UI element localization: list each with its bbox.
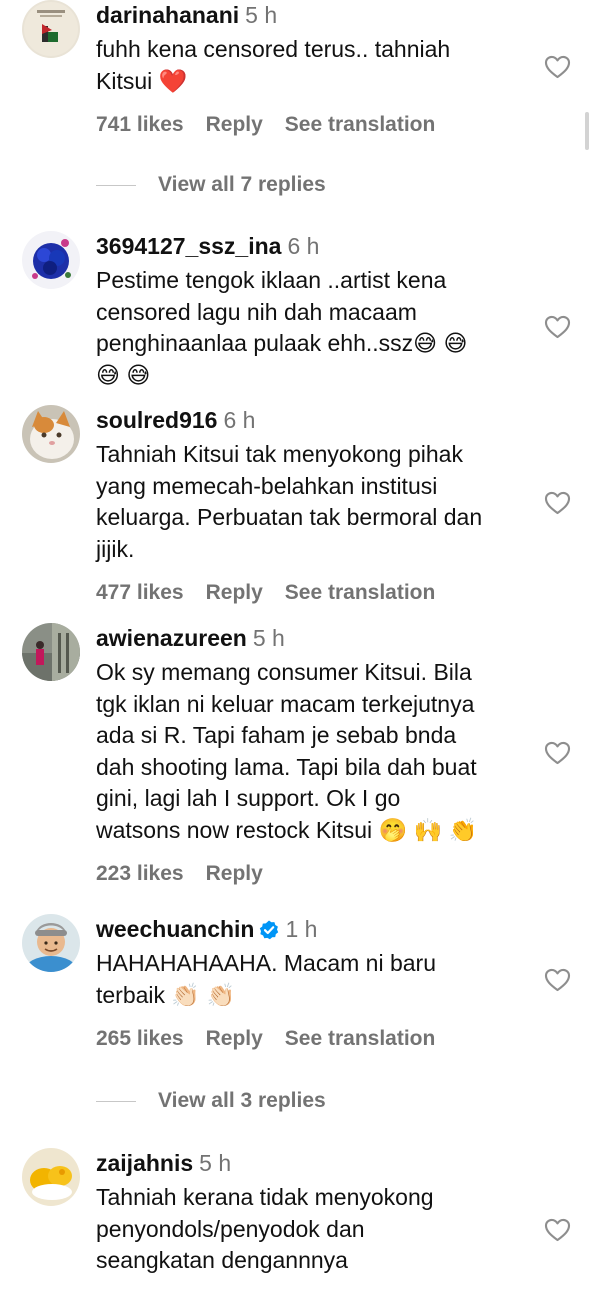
- comment-timestamp: 5 h: [245, 2, 278, 28]
- divider: [96, 184, 136, 186]
- reply-button[interactable]: Reply: [206, 1027, 263, 1050]
- avatar[interactable]: [22, 231, 80, 289]
- heart-outline-icon[interactable]: [544, 968, 571, 992]
- heart-outline-icon[interactable]: [544, 741, 571, 765]
- heart-outline-icon[interactable]: [544, 315, 571, 339]
- avatar[interactable]: [22, 623, 80, 681]
- comment-text: Ok sy memang consumer Kitsui. Bila tgk i…: [96, 659, 478, 843]
- see-translation-link[interactable]: See translation: [285, 1027, 436, 1050]
- likes-count[interactable]: 223 likes: [96, 862, 184, 885]
- avatar[interactable]: [22, 1148, 80, 1206]
- avatar[interactable]: [22, 914, 80, 972]
- comment-timestamp: 6 h: [287, 233, 320, 259]
- reply-button[interactable]: Reply: [206, 862, 263, 885]
- see-translation-link[interactable]: See translation: [285, 113, 436, 136]
- see-translation-link[interactable]: See translation: [285, 581, 436, 604]
- comment-username[interactable]: darinahanani: [96, 2, 239, 28]
- divider: [96, 1100, 136, 1102]
- avatar[interactable]: [22, 405, 80, 463]
- likes-count[interactable]: 477 likes: [96, 581, 184, 604]
- scrollbar[interactable]: [585, 112, 589, 150]
- reply-button[interactable]: Reply: [206, 581, 263, 604]
- heart-outline-icon[interactable]: [544, 1218, 571, 1242]
- comment-timestamp: 1 h: [285, 916, 318, 942]
- comment-timestamp: 5 h: [252, 625, 285, 651]
- comment-text: HAHAHAHAAHA. Macam ni baru terbaik 👏🏻 👏🏻: [96, 950, 436, 1008]
- comment-text: Tahniah Kitsui tak menyokong pihak yang …: [96, 441, 483, 562]
- heart-outline-icon[interactable]: [544, 491, 571, 515]
- view-replies-link[interactable]: View all 7 replies: [96, 171, 326, 199]
- comment-timestamp: 5 h: [199, 1150, 232, 1176]
- comment-text: Pestime tengok iklaan ..artist kena cens…: [96, 267, 468, 388]
- view-replies-link[interactable]: View all 3 replies: [96, 1087, 326, 1115]
- comment-username[interactable]: zaijahnis: [96, 1150, 193, 1176]
- verified-badge-icon: [259, 917, 279, 940]
- heart-outline-icon[interactable]: [544, 55, 571, 79]
- reply-button[interactable]: Reply: [206, 113, 263, 136]
- comment-timestamp: 6 h: [223, 407, 256, 433]
- comment-username[interactable]: weechuanchin: [96, 916, 254, 942]
- comment-text: Tahniah kerana tidak menyokong penyondol…: [96, 1184, 434, 1273]
- comment-username[interactable]: soulred916: [96, 407, 217, 433]
- likes-count[interactable]: 265 likes: [96, 1027, 184, 1050]
- comment-text: fuhh kena censored terus.. tahniah Kitsu…: [96, 36, 451, 94]
- likes-count[interactable]: 741 likes: [96, 113, 184, 136]
- comment-username[interactable]: 3694127_ssz_ina: [96, 233, 281, 259]
- comment-username[interactable]: awienazureen: [96, 625, 247, 651]
- avatar[interactable]: [22, 0, 80, 58]
